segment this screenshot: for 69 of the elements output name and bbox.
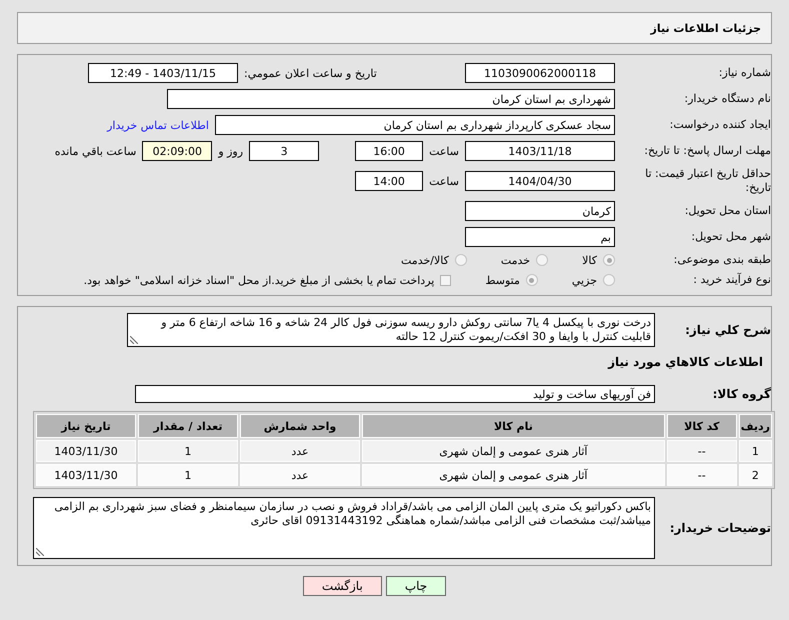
input-field[interactable]: فن آوریهای ساخت و تولید [135,385,655,403]
column-header: ردیف [738,414,772,438]
input-field[interactable]: 1403/11/18 [465,141,615,161]
table-cell: -- [666,440,737,462]
table-cell: 1403/11/30 [36,440,136,462]
buyer-notes-field[interactable]: باکس دکوراتیو یک متری پایین المان الزامی می باشد/قراداد فروش و نصب در سازمان سیمامنظر و فضای سبز شهرداری بم الزامی میباشد/ثبت مشخصات فنی الزامی مباشد/شماره هماهنگی 09131443192 اقای حائری [33,497,655,559]
radio-button[interactable] [454,254,467,266]
radio-label: جزیي [572,274,597,286]
field-label: شماره نیاز: [718,66,771,80]
table-cell: عدد [240,464,360,486]
input-field[interactable]: شهرداری بم استان کرمان [167,89,615,109]
table-cell: 1 [738,440,772,462]
description-field[interactable]: درخت نوری با پیکسل 4 یا7 سانتی روکش دارو ریسه سوزنی فول کالر 24 شاخه و 16 شاخه ارتفاع 6 متر و قابلیت کنترل با وایفا و 30 افکت/ریموت کنترل 12 حالته [127,313,655,347]
buyer-contact-link[interactable]: اطلاعات تماس خریدار [107,118,209,132]
column-header: تعداد / مقدار [138,414,238,438]
field-label: توضیحات خریدار: [668,521,771,535]
field-label: گروه کالا: [712,387,771,401]
field-label: ساعت [429,174,459,188]
table-cell: -- [666,464,737,486]
field-label: حداقل تاریخ اعتبار قیمت: تا تاریخ: [644,167,771,195]
column-header: واحد شمارش [240,414,360,438]
input-field[interactable]: بم [465,227,615,247]
field-label: نام دستگاه خریدار: [683,92,771,106]
table-cell: 1 [138,440,238,462]
column-header: کد کالا [666,414,737,438]
column-header: تاریخ نیاز [36,414,136,438]
resize-grip-icon[interactable] [130,336,138,344]
field-label: ایجاد کننده درخواست: [668,118,771,132]
field-label: شهر محل تحویل: [690,230,771,244]
field-label: شرح کلي نیاز: [684,323,771,337]
radio-label: متوسط [485,274,520,286]
payment-note: پرداخت تمام یا بخشی از مبلغ خرید.از محل "اسناد خزانه اسلامی" خواهد بود. [84,274,434,286]
field-label: ساعت باقي مانده [54,144,136,158]
field-label: نوع فرآیند خرید : [692,273,771,287]
input-field[interactable]: 16:00 [355,141,424,161]
input-field[interactable]: سجاد عسکری کارپرداز شهرداری بم استان کرمان [215,115,615,135]
field-label: طبقه بندی موضوعی: [672,253,771,267]
radio-button[interactable] [536,254,548,266]
field-label: استان محل تحویل: [684,204,771,218]
radio-label: کالا/خدمت [401,254,449,266]
input-field[interactable]: 1403/11/15 - 12:49 [88,63,238,83]
radio-button[interactable] [603,274,615,286]
remaining-time-field[interactable]: 02:09:00 [142,141,212,161]
table-cell: 1 [138,464,238,486]
input-field[interactable]: 1103090062000118 [465,63,615,83]
back-button[interactable]: بازگشت [302,576,382,596]
radio-label: کالا [582,254,597,266]
radio-button[interactable] [603,254,615,266]
radio-button[interactable] [526,274,538,286]
input-field[interactable]: 3 [249,141,320,161]
table-cell: آثار هنری عمومی و إلمان شهری [362,440,665,462]
field-label: ساعت [429,144,459,158]
field-label: تاریخ و ساعت اعلان عمومي: [244,66,377,80]
table-cell: عدد [240,440,360,462]
checkbox[interactable] [440,274,452,286]
input-field[interactable]: کرمان [465,201,615,221]
resize-grip-icon[interactable] [36,548,44,556]
table-cell: 1403/11/30 [36,464,136,486]
table-cell: آثار هنری عمومی و إلمان شهری [362,464,665,486]
page-title: جزئیات اطلاعات نیاز [17,12,772,44]
print-button[interactable]: چاپ [386,576,446,596]
column-header: نام کالا [362,414,665,438]
input-field[interactable]: 1404/04/30 [465,171,615,191]
field-label: مهلت ارسال پاسخ: تا تاریخ: [643,144,771,158]
table-cell: 2 [738,464,772,486]
field-label: روز و [218,144,244,158]
section-heading: اطلاعات کالاهاي مورد نیاز [606,355,763,369]
input-field[interactable]: 14:00 [355,171,424,191]
radio-label: خدمت [500,254,530,266]
